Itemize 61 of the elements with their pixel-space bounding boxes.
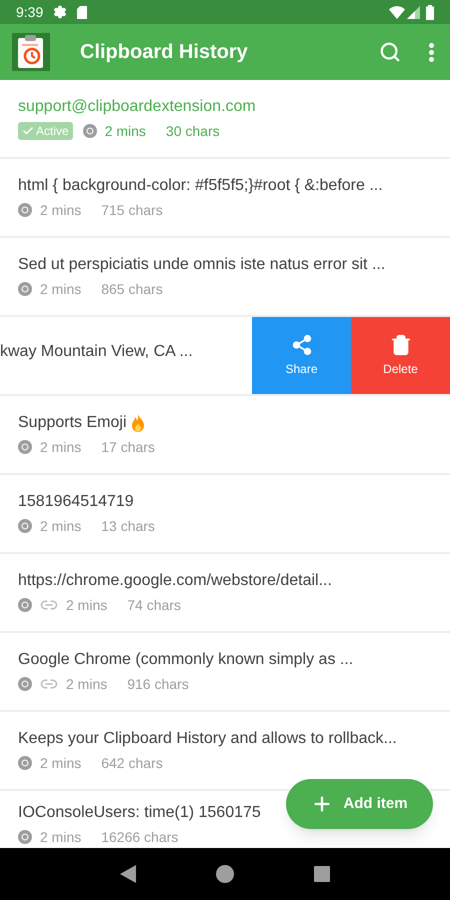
- item-size: 13 chars: [101, 517, 155, 535]
- more-options-button[interactable]: [427, 40, 436, 64]
- browser-icon: [18, 519, 32, 533]
- item-text: Keeps your Clipboard History and allows to rollback...: [18, 729, 397, 749]
- item-text: IOConsoleUsers: time(1) 1560175: [18, 803, 261, 823]
- clipboard-item[interactable]: html { background-color: #f5f5f5;}#root { &:before ... 2 mins 715 chars: [0, 159, 450, 238]
- clipboard-item[interactable]: https://chrome.google.com/webstore/detail... 2 mins 74 chars: [0, 554, 450, 633]
- item-time: 2 mins: [66, 675, 108, 693]
- app-logo-icon: [12, 33, 50, 71]
- item-time: 2 mins: [40, 754, 82, 772]
- sd-card-icon: [77, 6, 88, 18]
- item-time: 2 mins: [104, 122, 146, 140]
- item-size: 715 chars: [101, 201, 163, 219]
- item-time: 2 mins: [40, 517, 82, 535]
- browser-icon: [82, 124, 97, 138]
- clipboard-item[interactable]: Google Chrome (commonly known simply as ... 2 mins 916 chars: [0, 633, 450, 712]
- check-icon: [22, 125, 34, 137]
- settings-icon: [53, 5, 68, 19]
- browser-icon: [18, 440, 32, 454]
- search-icon: [379, 41, 401, 63]
- battery-icon: [426, 4, 434, 20]
- clipboard-item[interactable]: Supports Emoji 2 mins 17 chars: [0, 396, 450, 475]
- item-time: 2 mins: [40, 280, 82, 298]
- back-icon[interactable]: [120, 865, 136, 883]
- item-size: 16266 chars: [101, 828, 178, 846]
- browser-icon: [18, 756, 32, 770]
- wifi-icon: [389, 6, 405, 18]
- item-time: 2 mins: [40, 828, 82, 846]
- signal-icon: [407, 6, 420, 18]
- trash-icon: [390, 334, 412, 356]
- flame-icon: [130, 414, 144, 432]
- item-time: 2 mins: [66, 596, 108, 614]
- item-time: 2 mins: [40, 201, 82, 219]
- more-options-icon: [429, 42, 434, 62]
- browser-icon: [18, 598, 32, 612]
- item-size: 916 chars: [127, 675, 189, 693]
- item-text: support@clipboardextension.com: [18, 97, 256, 117]
- item-text: kway Mountain View, CA ...: [0, 342, 193, 362]
- item-size: 865 chars: [101, 280, 163, 298]
- home-icon[interactable]: [216, 865, 234, 883]
- browser-icon: [18, 282, 32, 296]
- browser-icon: [18, 677, 32, 691]
- item-text: Supports Emoji: [18, 413, 126, 433]
- item-text: https://chrome.google.com/webstore/detail...: [18, 571, 332, 591]
- item-size: 30 chars: [166, 122, 220, 140]
- item-time: 2 mins: [40, 438, 82, 456]
- share-icon: [290, 334, 312, 356]
- item-size: 74 chars: [127, 596, 181, 614]
- status-time: 9:39: [16, 2, 44, 22]
- active-badge: Active: [18, 122, 73, 140]
- clipboard-item[interactable]: 1581964514719 2 mins 13 chars: [0, 475, 450, 554]
- item-size: 17 chars: [101, 438, 155, 456]
- item-text: 1581964514719: [18, 492, 134, 512]
- item-size: 642 chars: [101, 754, 163, 772]
- item-text: html { background-color: #f5f5f5;}#root { &:before ...: [18, 176, 383, 196]
- app-title: Clipboard History: [80, 40, 249, 65]
- browser-icon: [18, 830, 32, 844]
- delete-button[interactable]: Delete: [351, 317, 450, 394]
- item-text: Sed ut perspiciatis unde omnis iste natus error sit ...: [18, 255, 386, 275]
- browser-icon: [18, 203, 32, 217]
- item-text: Google Chrome (commonly known simply as ...: [18, 650, 354, 670]
